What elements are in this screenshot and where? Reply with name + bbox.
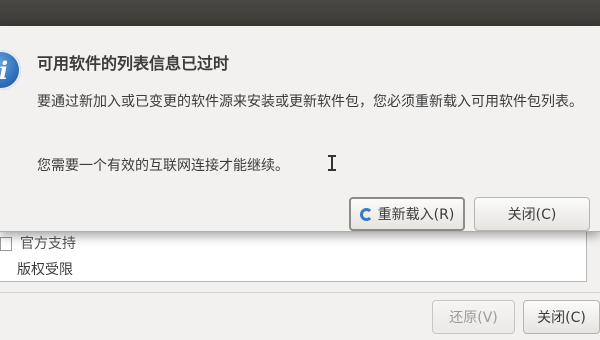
reload-button[interactable]: 重新载入(R) bbox=[349, 197, 465, 231]
info-icon: i bbox=[0, 50, 21, 90]
sources-list: 官方支持 版权受限 bbox=[0, 226, 587, 282]
dialog-message: 要通过新加入或已变更的软件源来安装或更新软件包，您必须重新载入可用软件包列表。 bbox=[37, 94, 583, 110]
reload-button-label: 重新载入(R) bbox=[377, 207, 455, 223]
reload-icon bbox=[359, 207, 373, 221]
parent-window-titlebar bbox=[0, 0, 600, 26]
separator bbox=[0, 292, 600, 293]
revert-button[interactable]: 还原(V) bbox=[432, 300, 515, 334]
dialog-title: 可用软件的列表信息已过时 bbox=[37, 54, 230, 73]
parent-close-button[interactable]: 关闭(C) bbox=[523, 300, 600, 334]
close-button[interactable]: 关闭(C) bbox=[474, 197, 590, 231]
list-item[interactable]: 官方支持 bbox=[0, 233, 76, 253]
checkbox[interactable] bbox=[0, 237, 12, 251]
list-item[interactable]: 版权受限 bbox=[17, 259, 73, 279]
text-cursor-icon bbox=[327, 154, 337, 172]
info-dialog: i 可用软件的列表信息已过时 要通过新加入或已变更的软件源来安装或更新软件包，您… bbox=[0, 26, 600, 232]
dialog-note: 您需要一个有效的互联网连接才能继续。 bbox=[37, 158, 289, 174]
